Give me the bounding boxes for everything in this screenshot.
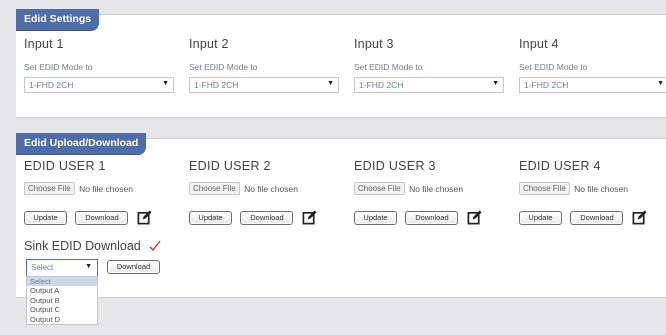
edid-user-2-no-file-text: No file chosen [244,183,298,194]
edid-user-3-download-button[interactable]: Download [405,210,459,225]
edid-settings-tab: Edid Settings [16,9,100,30]
input-2-column: Input 2 Set EDID Mode to 1-FHD 2CH ▼ [189,37,339,93]
edid-upload-panel: Edid Upload/Download EDID USER 1 Choose … [16,133,666,298]
edid-user-4-no-file-text: No file chosen [574,183,628,194]
input-1-column: Input 1 Set EDID Mode to 1-FHD 2CH ▼ [24,37,174,93]
input-4-mode-select[interactable]: 1-FHD 2CH ▼ [519,77,666,93]
sink-option-output-b[interactable]: Output B [27,296,97,305]
input-4-title: Input 4 [519,37,559,51]
edid-user-3-actions: Update Download [354,209,482,225]
dropdown-arrow-icon: ▼ [657,80,664,87]
input-3-column: Input 3 Set EDID Mode to 1-FHD 2CH ▼ [354,37,504,93]
edid-user-1-no-file-text: No file chosen [79,183,133,194]
input-4-column: Input 4 Set EDID Mode to 1-FHD 2CH ▼ [519,37,666,93]
sink-option-select[interactable]: Select [27,277,97,287]
edit-icon[interactable] [632,210,647,225]
edid-user-3-update-button[interactable]: Update [354,210,397,225]
edid-user-4-actions: Update Download [519,209,647,225]
sink-option-output-c[interactable]: Output C [27,305,97,314]
input-2-title: Input 2 [189,37,229,51]
edid-user-2-title: EDID USER 2 [189,159,271,173]
input-4-mode-label: Set EDID Mode to [519,62,588,72]
edit-icon[interactable] [467,210,482,225]
edid-user-3-choose-file-button[interactable]: Choose File [354,182,405,195]
input-1-mode-label: Set EDID Mode to [24,62,93,72]
edid-user-1-update-button[interactable]: Update [24,210,67,225]
edid-user-2-actions: Update Download [189,209,317,225]
edit-icon[interactable] [137,210,152,225]
input-4-mode-value: 1-FHD 2CH [524,80,569,90]
edid-user-1-download-button[interactable]: Download [75,210,129,225]
edid-user-4-column: EDID USER 4 Choose File No file chosen U… [519,159,647,225]
edid-user-1-actions: Update Download [24,209,152,225]
edit-icon[interactable] [302,210,317,225]
edid-user-1-column: EDID USER 1 Choose File No file chosen U… [24,159,152,225]
edid-user-4-choose-file-button[interactable]: Choose File [519,182,570,195]
sink-download-button[interactable]: Download [107,260,160,274]
edid-user-1-title: EDID USER 1 [24,159,106,173]
input-3-mode-label: Set EDID Mode to [354,62,423,72]
edid-upload-tab: Edid Upload/Download [16,133,147,154]
checkmark-icon [149,240,161,252]
sink-option-output-d[interactable]: Output D [27,315,97,324]
edid-user-3-no-file-text: No file chosen [409,183,463,194]
edid-user-4-update-button[interactable]: Update [519,210,562,225]
edid-user-3-title: EDID USER 3 [354,159,436,173]
edid-user-3-column: EDID USER 3 Choose File No file chosen U… [354,159,482,225]
input-1-mode-select[interactable]: 1-FHD 2CH ▼ [24,77,174,93]
sink-output-select-value: Select [31,263,54,272]
edid-user-4-title: EDID USER 4 [519,159,601,173]
input-2-mode-value: 1-FHD 2CH [194,80,239,90]
input-2-mode-label: Set EDID Mode to [189,62,258,72]
sink-edid-download-title: Sink EDID Download [24,239,141,253]
input-3-mode-select[interactable]: 1-FHD 2CH ▼ [354,77,504,93]
edid-user-1-choose-file-button[interactable]: Choose File [24,182,75,195]
edid-user-2-download-button[interactable]: Download [240,210,294,225]
edid-user-4-file-row: Choose File No file chosen [519,182,647,196]
input-1-mode-value: 1-FHD 2CH [29,80,74,90]
dropdown-arrow-icon: ▼ [327,80,334,87]
input-3-mode-value: 1-FHD 2CH [359,80,404,90]
input-2-mode-select[interactable]: 1-FHD 2CH ▼ [189,77,339,93]
input-1-title: Input 1 [24,37,64,51]
edid-user-2-file-row: Choose File No file chosen [189,182,317,196]
dropdown-arrow-icon: ▼ [162,80,169,87]
edid-user-2-update-button[interactable]: Update [189,210,232,225]
edid-settings-panel: Edid Settings Input 1 Set EDID Mode to 1… [16,9,666,118]
input-3-title: Input 3 [354,37,394,51]
edid-user-2-choose-file-button[interactable]: Choose File [189,182,240,195]
edid-user-1-file-row: Choose File No file chosen [24,182,152,196]
edid-user-3-file-row: Choose File No file chosen [354,182,482,196]
sink-output-options-list: Select Output A Output B Output C Output… [26,276,98,325]
sink-output-select[interactable]: Select ▼ [26,259,98,277]
dropdown-arrow-icon: ▼ [492,80,499,87]
sink-option-output-a[interactable]: Output A [27,286,97,295]
edid-user-4-download-button[interactable]: Download [570,210,624,225]
dropdown-arrow-icon: ▼ [85,263,92,270]
edid-user-2-column: EDID USER 2 Choose File No file chosen U… [189,159,317,225]
